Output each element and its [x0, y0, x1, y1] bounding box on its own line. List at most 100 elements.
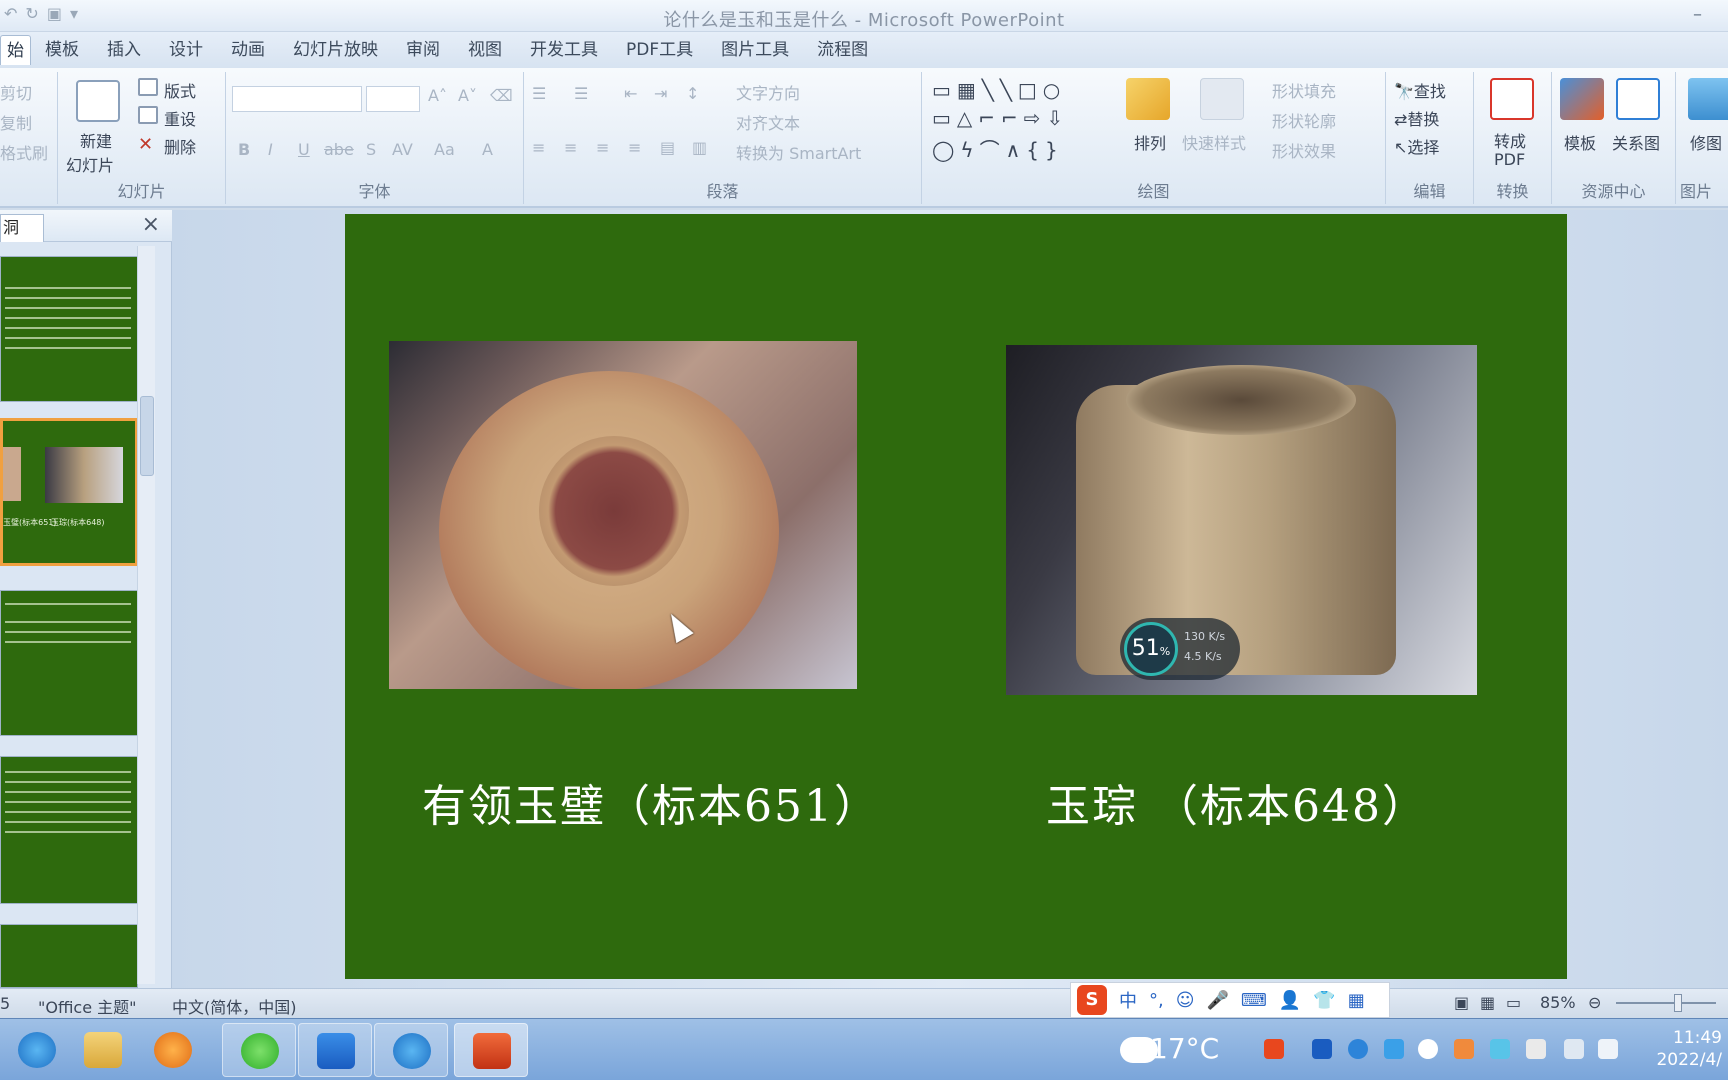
- increase-indent-icon[interactable]: ⇥: [654, 84, 667, 103]
- cut-button[interactable]: 剪切: [0, 80, 32, 104]
- arrange-button[interactable]: 排列: [1134, 130, 1166, 154]
- arrange-icon[interactable]: [1126, 78, 1170, 120]
- delete-button[interactable]: 删除: [164, 134, 196, 158]
- slide-thumbnail-8[interactable]: [0, 924, 138, 988]
- speaker-tray-icon[interactable]: [1454, 1039, 1474, 1059]
- taskbar-clock[interactable]: 11:49 2022/4/: [1656, 1027, 1722, 1071]
- taskbar-ie-pinned[interactable]: [0, 1023, 74, 1077]
- zoom-out-icon[interactable]: ⊖: [1588, 993, 1601, 1012]
- modify-picture-button[interactable]: 修图: [1690, 130, 1722, 154]
- taskbar-powerpoint[interactable]: [454, 1023, 528, 1077]
- jade-bi-photo[interactable]: [389, 341, 857, 689]
- volume-icon[interactable]: [1598, 1039, 1618, 1059]
- sogou-logo-icon[interactable]: S: [1077, 985, 1107, 1015]
- slides-pane-scrollbar[interactable]: [137, 246, 155, 984]
- tab-animations[interactable]: 动画: [217, 35, 279, 65]
- tab-design[interactable]: 设计: [155, 35, 217, 65]
- sorter-view-icon[interactable]: ▦: [1480, 993, 1495, 1012]
- columns-icon[interactable]: ▥: [692, 138, 707, 157]
- find-button[interactable]: 🔭查找: [1394, 78, 1446, 102]
- replace-button[interactable]: ⇄替换: [1394, 106, 1439, 130]
- font-name-field[interactable]: [232, 86, 362, 112]
- outline-tab[interactable]: 洞: [0, 214, 44, 242]
- bold-button[interactable]: B: [238, 140, 250, 159]
- strikethrough-button[interactable]: abe: [324, 140, 354, 159]
- taskbar-wechat[interactable]: [222, 1023, 296, 1077]
- new-slide-icon[interactable]: [76, 80, 120, 122]
- format-painter-button[interactable]: 格式刷: [0, 140, 48, 164]
- line-spacing-icon[interactable]: ↕: [686, 84, 699, 103]
- relation-diagram-icon[interactable]: [1616, 78, 1660, 120]
- slide-thumbnail-7[interactable]: [0, 756, 138, 904]
- new-slide-label-1[interactable]: 新建: [80, 128, 112, 152]
- normal-view-icon[interactable]: ▣: [1454, 993, 1469, 1012]
- ime-user-icon[interactable]: 👤: [1279, 990, 1301, 1011]
- tab-pdf-tools[interactable]: PDF工具: [612, 35, 707, 65]
- copy-button[interactable]: 复制: [0, 110, 32, 134]
- ime-punctuation-toggle[interactable]: °,: [1149, 990, 1164, 1011]
- display-tray-icon[interactable]: [1490, 1039, 1510, 1059]
- photos-tray-icon[interactable]: [1312, 1039, 1332, 1059]
- signal-icon[interactable]: [1564, 1039, 1584, 1059]
- convert-smartart-button[interactable]: 转换为 SmartArt: [736, 140, 861, 164]
- distribute-icon[interactable]: ▤: [660, 138, 675, 157]
- sogou-tray-icon[interactable]: [1264, 1039, 1284, 1059]
- font-size-field[interactable]: [366, 86, 420, 112]
- pdf-icon[interactable]: [1490, 78, 1534, 120]
- bluetooth-icon[interactable]: [1418, 1039, 1438, 1059]
- taskbar-explorer[interactable]: [66, 1023, 140, 1077]
- minimize-button[interactable]: –: [1693, 4, 1702, 25]
- template-icon[interactable]: [1560, 78, 1604, 120]
- tab-insert[interactable]: 插入: [93, 35, 155, 65]
- zoom-slider[interactable]: [1616, 1002, 1716, 1004]
- language-indicator[interactable]: 中文(简体，中国): [172, 994, 297, 1018]
- ime-skin-icon[interactable]: 👕: [1313, 990, 1335, 1011]
- text-direction-button[interactable]: 文字方向: [736, 80, 800, 104]
- align-left-icon[interactable]: ≡: [532, 138, 545, 157]
- bullets-icon[interactable]: ☰: [532, 84, 546, 103]
- quick-styles-button[interactable]: 快速样式: [1182, 130, 1246, 154]
- ime-keyboard-icon[interactable]: ⌨: [1241, 990, 1267, 1011]
- taskbar-media-player[interactable]: [136, 1023, 210, 1077]
- to-pdf-label-2[interactable]: PDF: [1494, 150, 1525, 169]
- shrink-font-icon[interactable]: A˅: [458, 86, 477, 105]
- slide-thumbnail-4[interactable]: [0, 256, 138, 402]
- clear-format-icon[interactable]: ⌫: [490, 86, 513, 105]
- new-slide-label-2[interactable]: 幻灯片: [66, 152, 114, 176]
- ime-voice-icon[interactable]: 🎤: [1207, 990, 1229, 1011]
- align-right-icon[interactable]: ≡: [596, 138, 609, 157]
- tab-review[interactable]: 审阅: [392, 35, 454, 65]
- italic-button[interactable]: I: [268, 140, 273, 159]
- zoom-slider-thumb[interactable]: [1674, 994, 1682, 1012]
- relation-diagram-button[interactable]: 关系图: [1612, 130, 1660, 154]
- select-button[interactable]: ↖选择: [1394, 134, 1439, 158]
- network-speed-widget[interactable]: 51% 130 K/s 4.5 K/s: [1120, 618, 1240, 680]
- reset-button[interactable]: 重设: [164, 106, 196, 130]
- network-globe-icon[interactable]: [1348, 1039, 1368, 1059]
- shapes-gallery-row-3[interactable]: ◯ϟ⌒∧{}: [932, 134, 1064, 163]
- jade-cong-photo[interactable]: [1006, 345, 1477, 695]
- ime-emoji-icon[interactable]: ☺: [1176, 990, 1195, 1011]
- change-case-button[interactable]: Aa: [434, 140, 455, 159]
- caption-left[interactable]: 有领玉璧（标本651）: [422, 770, 880, 834]
- char-spacing-button[interactable]: AV: [392, 140, 413, 159]
- numbering-icon[interactable]: ☰: [574, 84, 588, 103]
- grow-font-icon[interactable]: A˄: [428, 86, 447, 105]
- security-tray-icon[interactable]: [1384, 1039, 1404, 1059]
- tab-templates[interactable]: 模板: [31, 35, 93, 65]
- underline-button[interactable]: U: [298, 140, 310, 159]
- zoom-level[interactable]: 85%: [1540, 993, 1576, 1012]
- slide-thumbnail-6[interactable]: [0, 590, 138, 736]
- quick-styles-icon[interactable]: [1200, 78, 1244, 120]
- align-center-icon[interactable]: ≡: [564, 138, 577, 157]
- caption-right[interactable]: 玉琮 （标本648）: [1046, 770, 1428, 834]
- to-pdf-label-1[interactable]: 转成: [1494, 128, 1526, 152]
- close-pane-icon[interactable]: ×: [142, 212, 160, 237]
- tab-picture-tools[interactable]: 图片工具: [707, 35, 803, 65]
- decrease-indent-icon[interactable]: ⇤: [624, 84, 637, 103]
- weather-temperature[interactable]: 17°C: [1150, 1032, 1219, 1065]
- taskbar-photos[interactable]: [298, 1023, 372, 1077]
- tab-home[interactable]: 始: [0, 35, 31, 65]
- shapes-gallery-row-1[interactable]: ▭▦╲╲□○: [932, 78, 1066, 102]
- ime-mode-toggle[interactable]: 中: [1119, 987, 1137, 1013]
